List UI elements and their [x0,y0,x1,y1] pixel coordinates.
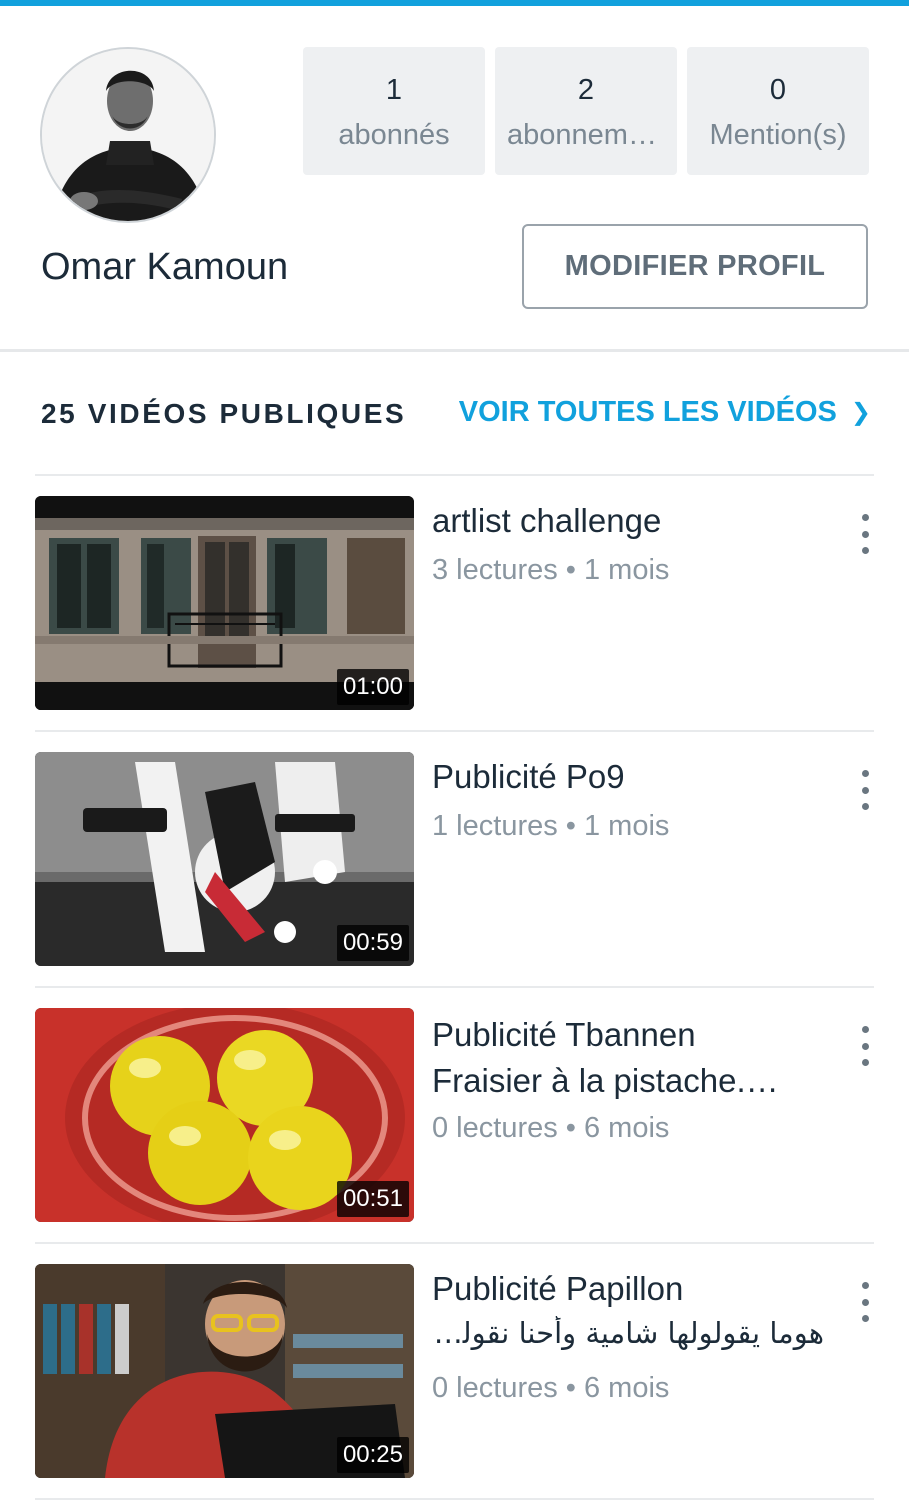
video-thumbnail[interactable]: 00:25 [35,1264,414,1478]
video-item[interactable]: 00:59 Publicité Po9 1 lectures • 1 mois [35,752,874,966]
section-divider [0,349,909,352]
list-divider [35,1242,874,1244]
video-thumbnail[interactable]: 01:00 [35,496,414,710]
more-options-icon[interactable] [853,770,877,810]
stat-label: abonnés [338,119,450,151]
video-meta: 3 lectures • 1 mois [432,554,670,586]
video-item[interactable]: 00:51 Publicité Tbannen Fraisier à la pi… [35,1008,874,1222]
stat-mentions[interactable]: 0 Mention(s) [687,47,869,175]
list-divider [35,474,874,476]
video-meta: 0 lectures • 6 mois [432,1112,670,1144]
video-duration: 00:59 [336,925,409,961]
video-item[interactable]: 00:25 Publicité Papillon هوما يقولولها ش… [35,1264,874,1478]
video-title-line: Fraisier à la pistache.… [432,1062,779,1099]
more-options-icon[interactable] [853,514,877,554]
stat-value: 1 [385,74,403,106]
more-options-icon[interactable] [853,1282,877,1322]
stat-value: 2 [577,74,595,106]
stat-label: Mention(s) [709,119,847,151]
video-meta: 0 lectures • 6 mois [432,1372,670,1404]
video-duration: 00:25 [336,1437,409,1473]
list-divider [35,730,874,732]
profile-name: Omar Kamoun [41,246,289,288]
stat-label: abonnements [507,119,665,151]
public-videos-count: 25 VIDÉOS PUBLIQUES [41,398,407,429]
video-duration: 01:00 [336,669,409,705]
see-all-videos-link[interactable]: VOIR TOUTES LES VIDÉOS ❯ [459,396,871,429]
more-options-icon[interactable] [853,1026,877,1066]
profile-avatar[interactable] [40,47,216,223]
video-item[interactable]: 01:00 artlist challenge 3 lectures • 1 m… [35,496,874,710]
video-thumbnail[interactable]: 00:51 [35,1008,414,1222]
video-thumbnail[interactable]: 00:59 [35,752,414,966]
stat-subscriptions[interactable]: 2 abonnements [495,47,677,175]
video-title[interactable]: Publicité Po9 [432,754,802,800]
video-duration: 00:51 [336,1181,409,1217]
video-title[interactable]: artlist challenge [432,498,802,544]
stat-value: 0 [769,74,787,106]
video-meta: 1 lectures • 1 mois [432,810,670,842]
top-accent-bar [0,0,909,6]
see-all-videos-label: VOIR TOUTES LES VIDÉOS [458,396,837,428]
chevron-right-icon: ❯ [850,399,871,426]
edit-profile-button[interactable]: MODIFIER PROFIL [522,224,868,309]
video-title[interactable]: Publicité Papillon [432,1266,802,1312]
avatar-photo [42,49,214,221]
list-divider [35,986,874,988]
stat-subscribers[interactable]: 1 abonnés [303,47,485,175]
video-title-line: Publicité Tbannen [432,1016,696,1053]
video-title[interactable]: Publicité Tbannen Fraisier à la pistache… [432,1012,802,1104]
video-description: هوما يقولولها شامية وأحنا نقولولها... [432,1316,824,1350]
